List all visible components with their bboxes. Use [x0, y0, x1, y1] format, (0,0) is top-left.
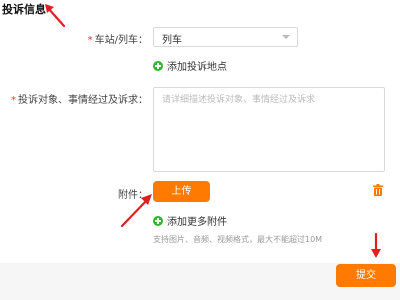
- upload-button[interactable]: 上传: [153, 181, 210, 202]
- station-select[interactable]: 列车: [153, 27, 298, 47]
- attachment-hint: 支持图片、音频、视频格式，最大不能超过10M: [153, 235, 323, 244]
- station-select-value: 列车: [162, 35, 182, 46]
- details-label-row: * 投诉对象、事情经过及诉求：: [6, 91, 148, 106]
- plus-circle-icon: [153, 215, 163, 226]
- add-attachment-label: 添加更多附件: [167, 217, 227, 228]
- submit-button[interactable]: 提交: [336, 264, 396, 287]
- required-mark: *: [87, 35, 93, 46]
- station-label: 车站/列车：: [94, 35, 148, 46]
- station-label-row: * 车站/列车：: [60, 31, 148, 46]
- attachment-label: 附件：: [118, 190, 148, 201]
- annotation-arrow-icon: [371, 232, 381, 258]
- add-attachment-link[interactable]: 添加更多附件: [153, 213, 227, 228]
- details-textarea[interactable]: [153, 87, 385, 172]
- details-label: 投诉对象、事情经过及诉求：: [18, 95, 148, 106]
- chevron-down-icon: [282, 35, 290, 39]
- add-location-label: 添加投诉地点: [167, 62, 227, 73]
- annotation-arrow-icon: [45, 4, 66, 28]
- required-mark: *: [11, 95, 16, 106]
- add-location-link[interactable]: 添加投诉地点: [153, 58, 227, 73]
- plus-circle-icon: [153, 60, 163, 71]
- trash-icon[interactable]: [373, 184, 383, 196]
- section-title: 投诉信息: [2, 3, 46, 16]
